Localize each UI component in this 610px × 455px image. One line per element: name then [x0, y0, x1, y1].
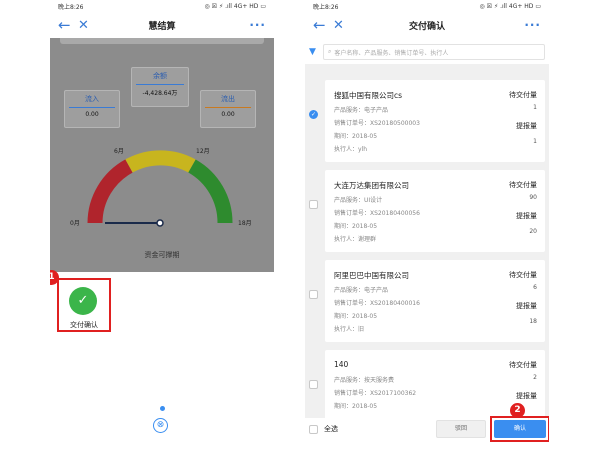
gauge-label-mid: 6月: [114, 148, 124, 155]
status-icons: ◎ ☒ ⚡ .ıll 4G+ HD ▭: [479, 2, 541, 10]
status-time: 晚上8:26: [58, 3, 84, 11]
gauge-caption: 资金可撑期: [144, 251, 180, 259]
left-screen: 晚上8:26 ◎ ☒ ⚡ .ıll 4G+ HD ▭ ← ✕ 慧结算 ··· 余…: [50, 0, 274, 455]
pending-value: 90: [529, 194, 537, 201]
company-name: 大连万达集团有限公司: [334, 181, 409, 190]
order-line: 销售订单号：XS2017100362: [334, 390, 417, 397]
product-line: 产品服务：电子产品: [334, 107, 389, 114]
pick-value[interactable]: 1: [533, 138, 537, 145]
pending-label: 待交付量: [509, 271, 537, 279]
deliver-confirm-label: 交付确认: [70, 321, 98, 329]
exec-line: 执行人：谢理群: [334, 236, 377, 243]
inflow-value: 0.00: [85, 111, 99, 118]
pending-label: 待交付量: [509, 181, 537, 189]
search-row: ▼ ⌕ 客户名称、产品服务、销售订单号、执行人: [309, 44, 545, 60]
divider: [205, 107, 251, 108]
confirm-button[interactable]: 确认: [494, 420, 546, 438]
confirm-highlight: 确认: [490, 416, 549, 442]
search-placeholder: 客户名称、产品服务、销售订单号、执行人: [334, 49, 449, 57]
bottom-action-bar: 全选 驳回 确认: [305, 416, 549, 442]
nav-bar: ← ✕ 交付确认 ···: [305, 12, 549, 38]
pending-value: 1: [533, 104, 537, 111]
pick-value[interactable]: 20: [529, 228, 537, 235]
balance-value: -4,428.64万: [142, 90, 178, 97]
deliver-confirm-icon: ✓: [69, 287, 97, 315]
status-bar: 晚上8:26 ◎ ☒ ⚡ .ıll 4G+ HD ▭: [305, 0, 549, 12]
pick-label: 提报量: [516, 302, 537, 310]
select-all-label[interactable]: 全选: [324, 424, 338, 434]
pick-label: 提报量: [516, 122, 537, 130]
order-line: 销售订单号：XS20180500003: [334, 120, 420, 127]
company-name: 140: [334, 360, 349, 369]
exec-line: 执行人：旧: [334, 326, 365, 333]
page-indicator-dot: [160, 406, 165, 411]
search-icon: ⌕: [328, 48, 332, 55]
item-checkbox[interactable]: [309, 200, 318, 209]
nav-bar: ← ✕ 慧结算 ···: [50, 12, 274, 38]
right-screen: 晚上8:26 ◎ ☒ ⚡ .ıll 4G+ HD ▭ ← ✕ 交付确认 ··· …: [305, 0, 549, 455]
back-arrow-icon[interactable]: ←: [313, 17, 333, 33]
balance-label: 余额: [153, 72, 167, 80]
company-name: 阿里巴巴中国有限公司: [334, 271, 409, 280]
reject-button[interactable]: 驳回: [436, 420, 486, 438]
order-line: 销售订单号：XS20180400016: [334, 300, 420, 307]
delivery-list: ✓ 搜狐中国有限公司cs 产品服务：电子产品 销售订单号：XS201805000…: [305, 64, 549, 418]
outflow-card[interactable]: 流出 0.00: [200, 90, 256, 128]
pick-label: 提报量: [516, 392, 537, 400]
close-icon[interactable]: ✕: [333, 19, 353, 32]
more-icon[interactable]: ···: [524, 18, 541, 32]
pick-label: 提报量: [516, 212, 537, 220]
pending-label: 待交付量: [509, 361, 537, 369]
step-badge-2: 2: [510, 403, 525, 418]
list-item[interactable]: ✓ 搜狐中国有限公司cs 产品服务：电子产品 销售订单号：XS201805000…: [305, 74, 549, 162]
product-line: 产品服务：电子产品: [334, 287, 389, 294]
company-name: 搜狐中国有限公司cs: [334, 91, 403, 100]
item-card[interactable]: 搜狐中国有限公司cs 产品服务：电子产品 销售订单号：XS20180500003…: [325, 80, 545, 162]
header-strip: [60, 38, 264, 44]
status-bar: 晚上8:26 ◎ ☒ ⚡ .ıll 4G+ HD ▭: [50, 0, 274, 12]
pending-value: 2: [533, 374, 537, 381]
period-line: 期间：2018-05: [334, 133, 378, 140]
gauge-label-max: 18月: [238, 220, 252, 227]
balance-card[interactable]: 余额 -4,428.64万: [131, 67, 189, 107]
period-line: 期间：2018-05: [334, 223, 378, 230]
divider: [69, 107, 115, 108]
item-card[interactable]: 阿里巴巴中国有限公司 产品服务：电子产品 销售订单号：XS20180400016…: [325, 260, 545, 342]
list-item[interactable]: 阿里巴巴中国有限公司 产品服务：电子产品 销售订单号：XS20180400016…: [305, 254, 549, 342]
inflow-card[interactable]: 流入 0.00: [64, 90, 120, 128]
more-icon[interactable]: ···: [249, 18, 266, 32]
period-line: 期间：2018-05: [334, 313, 378, 320]
close-icon[interactable]: ✕: [78, 19, 98, 32]
item-checkbox[interactable]: [309, 290, 318, 299]
search-input[interactable]: ⌕ 客户名称、产品服务、销售订单号、执行人: [323, 44, 545, 60]
item-card[interactable]: 大连万达集团有限公司 产品服务：UI设计 销售订单号：XS20180400056…: [325, 170, 545, 252]
exec-line: 执行人：ylh: [334, 146, 368, 153]
inflow-label: 流入: [85, 95, 99, 103]
pending-value: 6: [533, 284, 537, 291]
item-checkbox-checked[interactable]: ✓: [309, 110, 318, 119]
back-arrow-icon[interactable]: ←: [58, 17, 78, 33]
status-icons: ◎ ☒ ⚡ .ıll 4G+ HD ▭: [204, 2, 266, 10]
period-line: 期间：2018-05: [334, 403, 378, 410]
close-circle-icon[interactable]: ⊗: [153, 418, 168, 433]
gauge: 0月 6月 12月 18月: [50, 138, 274, 248]
deliver-confirm-shortcut[interactable]: ✓ 交付确认: [57, 278, 111, 332]
list-item[interactable]: 大连万达集团有限公司 产品服务：UI设计 销售订单号：XS20180400056…: [305, 164, 549, 252]
pending-label: 待交付量: [509, 91, 537, 99]
divider: [136, 84, 184, 85]
product-line: 产品服务：UI设计: [334, 197, 383, 204]
product-line: 产品服务：按天服务费: [334, 377, 395, 384]
pick-value[interactable]: 18: [529, 318, 537, 325]
gauge-svg: [87, 150, 233, 227]
filter-icon[interactable]: ▼: [309, 47, 323, 57]
outflow-value: 0.00: [221, 111, 235, 118]
gauge-label-min: 0月: [70, 220, 80, 227]
status-time: 晚上8:26: [313, 3, 339, 11]
select-all-checkbox[interactable]: [309, 424, 318, 434]
item-checkbox[interactable]: [309, 380, 318, 389]
dashboard-overlay: 余额 -4,428.64万 流入 0.00 流出 0.00 0月 6月 12月: [50, 38, 274, 272]
order-line: 销售订单号：XS20180400056: [334, 210, 420, 217]
outflow-label: 流出: [221, 95, 235, 103]
gauge-label-top: 12月: [196, 148, 210, 155]
